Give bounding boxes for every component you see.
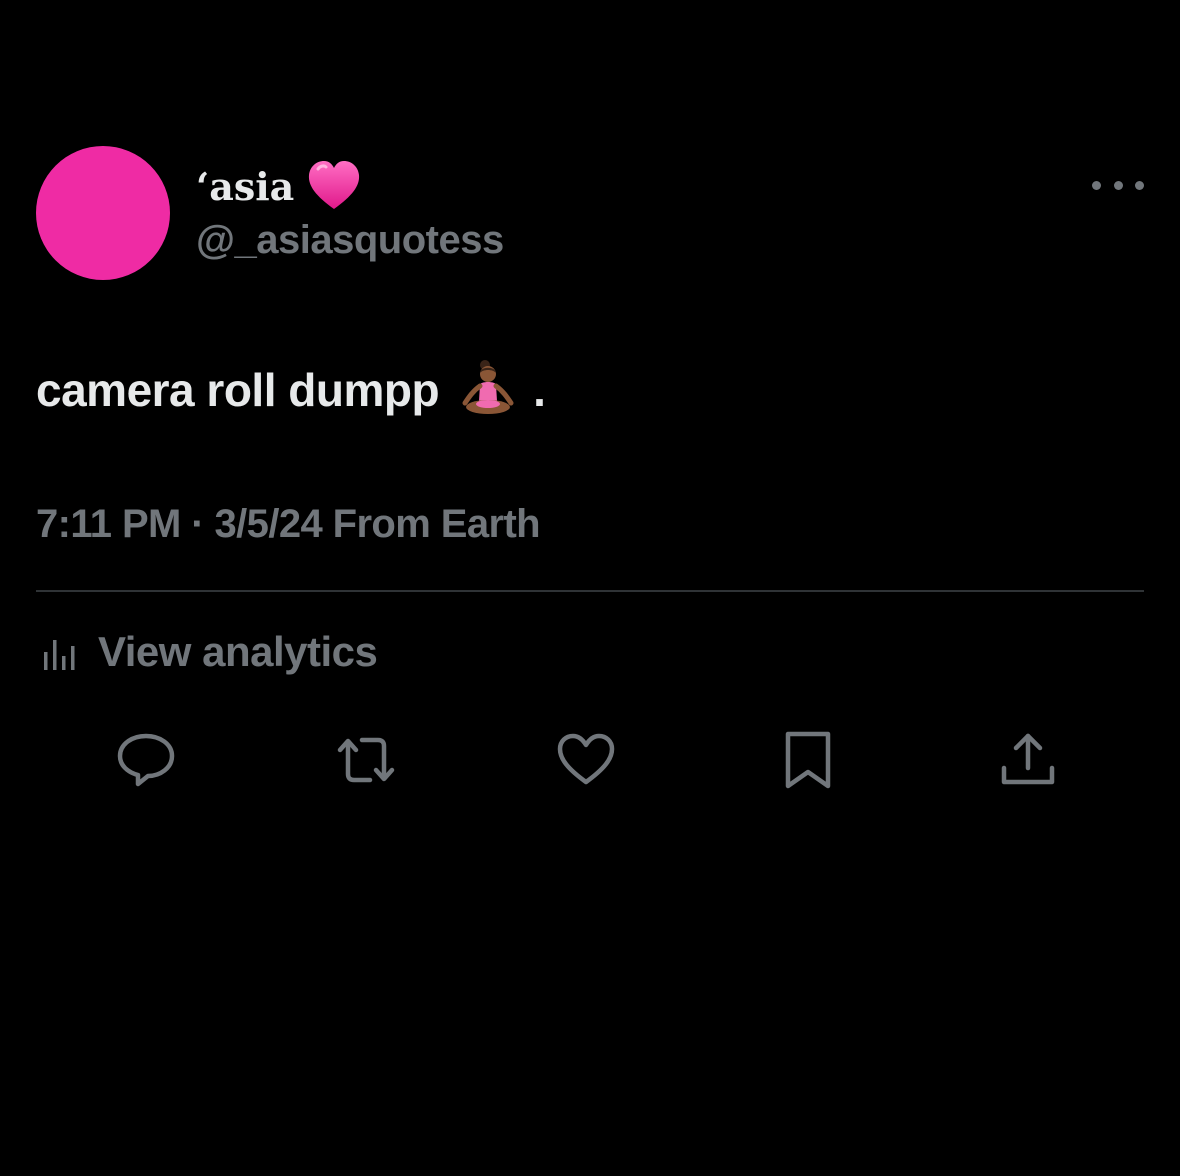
author-name-row[interactable]: ‘asia	[196, 158, 362, 214]
tweet-text: camera roll dumpp .	[36, 358, 546, 422]
author-handle[interactable]: @_asiasquotess	[196, 218, 504, 263]
more-dot	[1113, 180, 1123, 190]
bar-chart-icon	[40, 632, 80, 672]
tweet-trailing-dot: .	[533, 364, 546, 416]
tweet-detail: ‘asia @_asiasquotess camera roll dumpp .…	[0, 0, 1180, 1176]
more-dot	[1135, 180, 1144, 190]
tweet-text-content: camera roll dumpp	[36, 364, 440, 416]
more-dots-icon[interactable]	[1092, 170, 1144, 200]
repost-icon	[337, 737, 395, 783]
repost-button[interactable]	[334, 728, 398, 792]
bookmark-button[interactable]	[776, 728, 840, 792]
share-button[interactable]	[996, 728, 1060, 792]
bookmark-icon	[785, 731, 831, 789]
view-analytics-button[interactable]: View analytics	[40, 624, 378, 680]
reply-button[interactable]	[114, 728, 178, 792]
pink-heart-icon	[306, 159, 362, 213]
heart-icon	[557, 733, 615, 785]
avatar[interactable]	[36, 146, 170, 280]
share-icon	[1001, 733, 1055, 785]
like-button[interactable]	[554, 728, 618, 792]
view-analytics-label: View analytics	[98, 628, 378, 675]
tweet-timestamp[interactable]: 7:11 PM · 3/5/24 From Earth	[36, 502, 541, 547]
author-display-name[interactable]: ‘asia	[196, 164, 294, 209]
reply-icon	[117, 733, 175, 787]
person-in-lotus-position-icon	[457, 359, 519, 421]
divider	[36, 590, 1144, 592]
more-dot	[1092, 180, 1101, 190]
